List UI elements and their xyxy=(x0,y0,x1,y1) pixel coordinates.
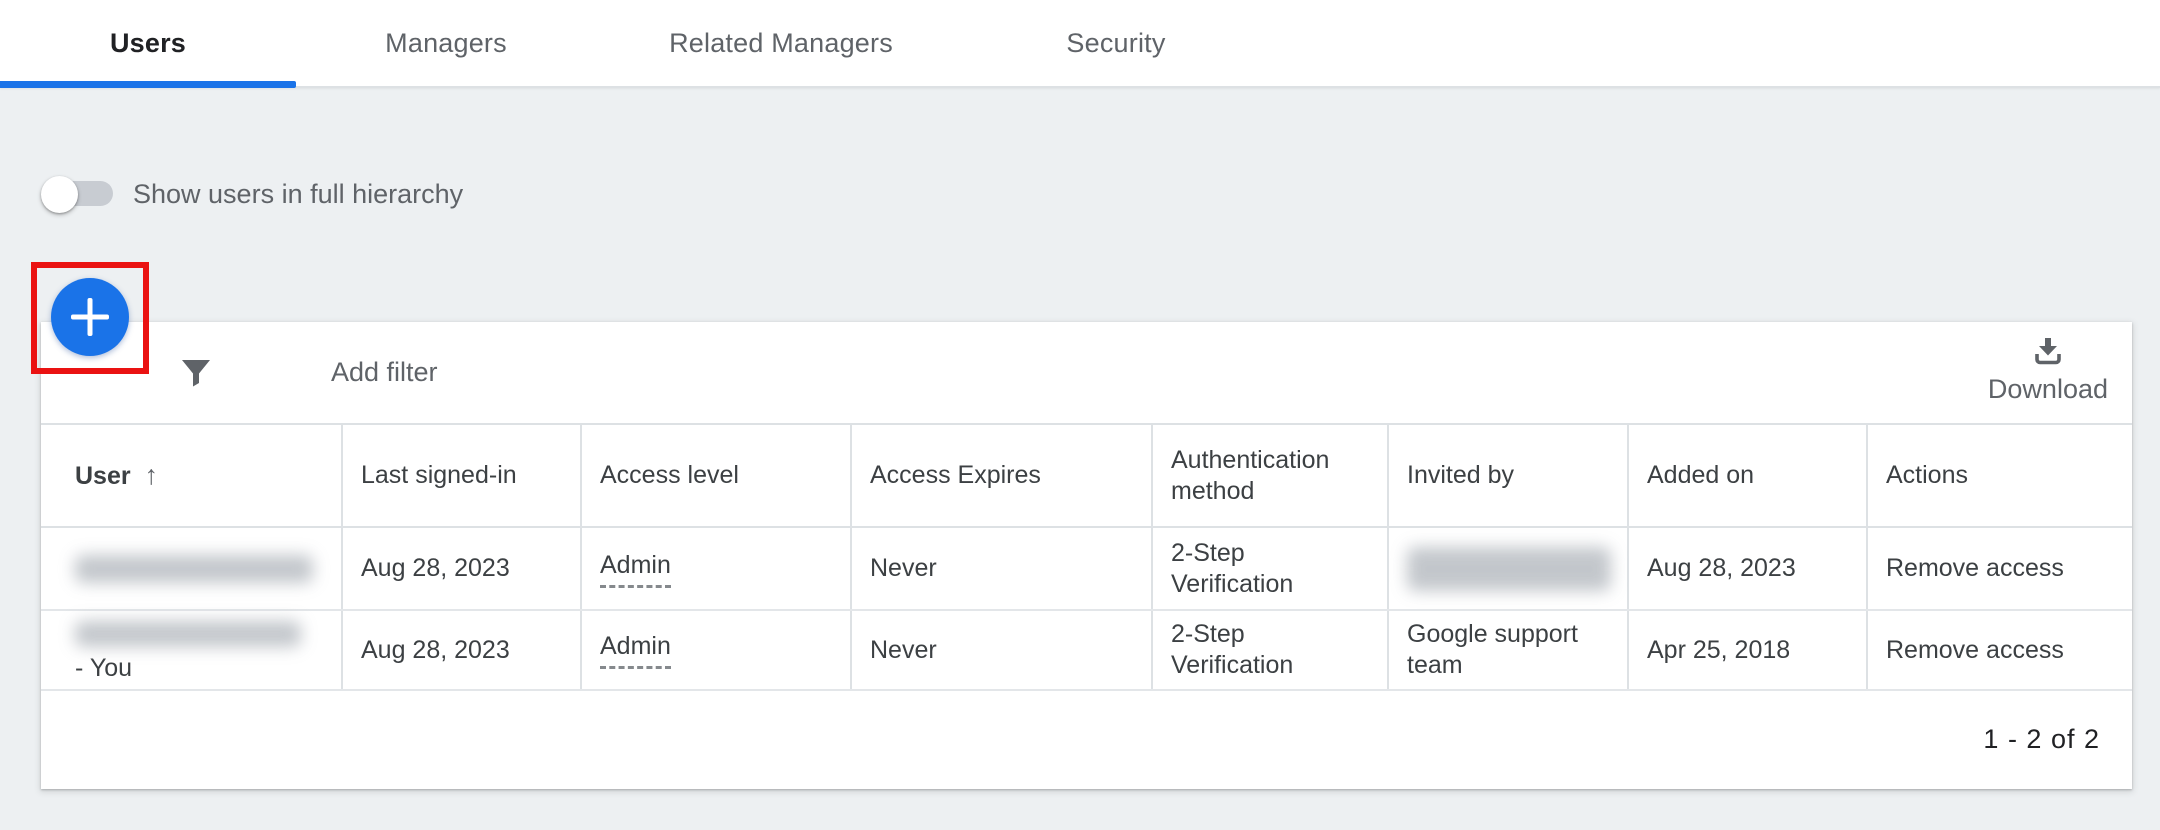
pagination-label: 1 - 2 of 2 xyxy=(1983,724,2100,755)
column-header-access-level[interactable]: Access level xyxy=(581,424,851,527)
redacted-email xyxy=(75,555,313,583)
active-tab-indicator xyxy=(0,81,296,88)
table-footer: 1 - 2 of 2 xyxy=(41,689,2132,789)
hierarchy-toggle-label: Show users in full hierarchy xyxy=(133,176,463,213)
table-row: Aug 28, 2023 Admin Never 2-Step Verifica… xyxy=(41,527,2132,610)
cell-added-on: Aug 28, 2023 xyxy=(1628,527,1867,610)
tab-users[interactable]: Users xyxy=(0,0,296,86)
access-level-link[interactable]: Admin xyxy=(600,631,671,669)
tab-users-label: Users xyxy=(110,28,186,59)
redacted-email xyxy=(75,621,301,647)
cell-actions: Remove access xyxy=(1867,527,2132,610)
cell-access-level: Admin xyxy=(581,527,851,610)
add-user-button[interactable] xyxy=(51,278,129,356)
tab-related-managers[interactable]: Related Managers xyxy=(596,0,966,86)
column-header-auth-method[interactable]: Authentication method xyxy=(1152,424,1388,527)
users-table-card: Add filter Download User↑ Last sign xyxy=(41,322,2132,789)
remove-access-button[interactable]: Remove access xyxy=(1886,554,2064,582)
filter-funnel-icon[interactable] xyxy=(179,356,213,390)
cell-user-redacted xyxy=(41,527,342,610)
cell-auth-method: 2-Step Verification xyxy=(1152,610,1388,690)
tab-security-label: Security xyxy=(1066,28,1165,59)
tab-managers-label: Managers xyxy=(385,28,507,59)
tab-managers[interactable]: Managers xyxy=(296,0,596,86)
tab-bar: Users Managers Related Managers Security xyxy=(0,0,2160,88)
hierarchy-toggle-knob[interactable] xyxy=(41,176,78,213)
sort-ascending-icon: ↑ xyxy=(145,460,159,490)
download-button[interactable]: Download xyxy=(1988,334,2108,405)
column-header-invited-by[interactable]: Invited by xyxy=(1388,424,1628,527)
redacted-email xyxy=(1407,547,1611,591)
users-access-page: Users Managers Related Managers Security… xyxy=(0,0,2160,830)
column-header-user[interactable]: User↑ xyxy=(41,424,342,527)
cell-auth-method: 2-Step Verification xyxy=(1152,527,1388,610)
tab-security[interactable]: Security xyxy=(966,0,1266,86)
users-table: User↑ Last signed-in Access level Access… xyxy=(41,423,2132,691)
cell-last-signed-in: Aug 28, 2023 xyxy=(342,610,581,690)
cell-actions: Remove access xyxy=(1867,610,2132,690)
cell-access-expires: Never xyxy=(851,610,1152,690)
user-you-suffix: - You xyxy=(75,653,325,684)
cell-added-on: Apr 25, 2018 xyxy=(1628,610,1867,690)
cell-user-redacted: - You xyxy=(41,610,342,690)
column-header-access-expires[interactable]: Access Expires xyxy=(851,424,1152,527)
tab-related-managers-label: Related Managers xyxy=(669,28,893,59)
filter-bar: Add filter Download xyxy=(41,322,2132,423)
column-header-last-signed-in[interactable]: Last signed-in xyxy=(342,424,581,527)
table-row: - You Aug 28, 2023 Admin Never 2-Step Ve… xyxy=(41,610,2132,690)
cell-access-level: Admin xyxy=(581,610,851,690)
download-label: Download xyxy=(1988,374,2108,405)
cell-invited-by-redacted xyxy=(1388,527,1628,610)
cell-last-signed-in: Aug 28, 2023 xyxy=(342,527,581,610)
download-icon xyxy=(2029,334,2067,370)
add-filter-button[interactable]: Add filter xyxy=(331,357,438,388)
column-header-added-on[interactable]: Added on xyxy=(1628,424,1867,527)
column-header-actions[interactable]: Actions xyxy=(1867,424,2132,527)
cell-access-expires: Never xyxy=(851,527,1152,610)
cell-invited-by: Google support team xyxy=(1388,610,1628,690)
table-header-row: User↑ Last signed-in Access level Access… xyxy=(41,424,2132,527)
access-level-link[interactable]: Admin xyxy=(600,550,671,588)
remove-access-button[interactable]: Remove access xyxy=(1886,636,2064,664)
